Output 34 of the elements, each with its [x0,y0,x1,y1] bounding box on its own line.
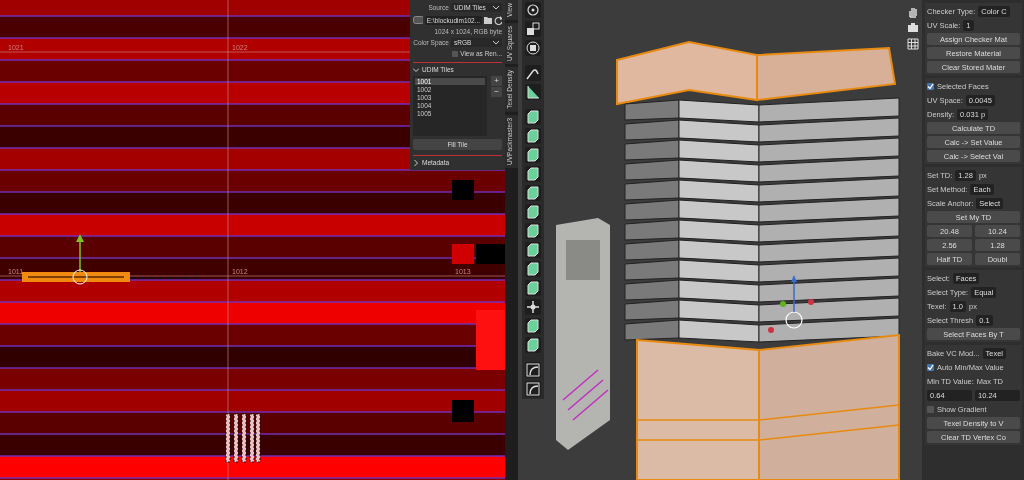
cube-icon[interactable] [525,223,541,239]
reload-icon[interactable] [494,15,502,25]
remove-tile-button[interactable]: − [491,87,502,97]
cube-icon[interactable] [525,261,541,277]
camera-icon[interactable] [907,22,919,34]
add-tile-button[interactable]: + [491,76,502,86]
cube-icon[interactable] [525,337,541,353]
cube-icon[interactable] [525,204,541,220]
chevron-icon[interactable] [413,66,419,73]
cube-icon[interactable] [525,128,541,144]
cube-icon[interactable] [525,242,541,258]
annotate-icon[interactable] [525,65,541,81]
cube-icon[interactable] [525,147,541,163]
cube-icon[interactable] [525,280,541,296]
cube-icon[interactable] [525,185,541,201]
caret-icon [493,40,499,45]
corner-icon[interactable] [525,381,541,397]
checkbox[interactable] [927,405,934,413]
cube-icon[interactable] [525,109,541,125]
transform-icon[interactable] [525,40,541,56]
move-icon[interactable] [525,299,541,315]
cube-icon[interactable] [525,318,541,334]
checkbox[interactable] [927,82,934,90]
grid-icon[interactable] [907,38,919,50]
hand-icon[interactable] [907,6,919,18]
chevron-icon[interactable] [413,159,419,166]
cube-icon[interactable] [525,166,541,182]
checkbox[interactable] [927,363,934,371]
scale-icon[interactable] [525,21,541,37]
checkbox[interactable] [452,50,459,57]
measure-icon[interactable] [525,84,541,100]
corner-icon[interactable] [525,362,541,378]
caret-icon [493,5,499,10]
cursor-icon[interactable] [525,2,541,18]
